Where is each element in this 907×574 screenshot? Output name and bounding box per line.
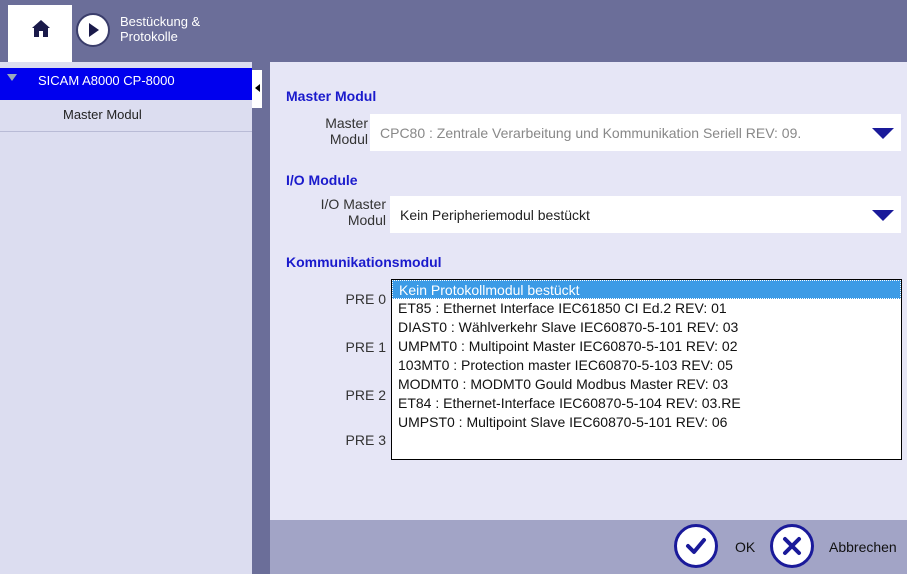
cross-icon (783, 537, 801, 555)
collapse-icon[interactable] (252, 70, 262, 108)
section-title-comm: Kommunikationsmodul (286, 254, 442, 270)
sidebar: SICAM A8000 CP-8000 Master Modul (0, 62, 252, 574)
section-title-io: I/O Module (286, 172, 358, 188)
dropdown-option[interactable]: UMPMT0 : Multipoint Master IEC60870-5-10… (392, 337, 901, 356)
top-bar: Bestückung & Protokolle (0, 0, 907, 62)
pre1-label: PRE 1 (345, 339, 386, 355)
io-master-value: Kein Peripheriemodul bestückt (400, 207, 590, 223)
dropdown-option[interactable]: Kein Protokollmodul bestückt (392, 280, 901, 299)
pre3-label: PRE 3 (345, 432, 386, 448)
pre0-label: PRE 0 (345, 291, 386, 307)
dropdown-option[interactable]: 103MT0 : Protection master IEC60870-5-10… (392, 356, 901, 375)
dropdown-option[interactable]: ET84 : Ethernet-Interface IEC60870-5-104… (392, 394, 901, 413)
footer-bar: OK Abbrechen (270, 520, 907, 574)
master-modul-select[interactable]: CPC80 : Zentrale Verarbeitung und Kommun… (370, 114, 901, 151)
dropdown-option[interactable]: DIAST0 : Wählverkehr Slave IEC60870-5-10… (392, 318, 901, 337)
section-title-master: Master Modul (286, 88, 377, 104)
page-title: Bestückung & Protokolle (120, 14, 201, 44)
cancel-label[interactable]: Abbrechen (829, 539, 897, 555)
master-modul-value: CPC80 : Zentrale Verarbeitung und Kommun… (380, 125, 802, 141)
dropdown-option[interactable]: UMPST0 : Multipoint Slave IEC60870-5-101… (392, 413, 901, 432)
master-modul-label: Master Modul (325, 115, 368, 147)
io-master-select[interactable]: Kein Peripheriemodul bestückt (390, 196, 901, 233)
home-icon (32, 20, 50, 37)
ok-button[interactable] (674, 524, 718, 568)
home-button[interactable] (8, 5, 72, 62)
forward-arrow-icon (89, 23, 99, 37)
ok-label[interactable]: OK (735, 539, 755, 555)
sidebar-splitter[interactable] (252, 62, 270, 574)
protocol-dropdown-list[interactable]: Kein Protokollmodul bestückt ET85 : Ethe… (391, 279, 902, 460)
io-master-label: I/O Master Modul (320, 196, 386, 228)
tree-item-root[interactable]: SICAM A8000 CP-8000 (0, 68, 252, 100)
cancel-button[interactable] (770, 524, 814, 568)
checkmark-icon (686, 538, 706, 554)
pre2-label: PRE 2 (345, 387, 386, 403)
dropdown-arrow-icon[interactable] (872, 128, 894, 139)
tree-item-label: SICAM A8000 CP-8000 (38, 73, 175, 88)
dropdown-arrow-icon[interactable] (872, 210, 894, 221)
tree-item-label: Master Modul (63, 107, 142, 122)
forward-button[interactable] (76, 13, 110, 47)
dropdown-option[interactable]: ET85 : Ethernet Interface IEC61850 CI Ed… (392, 299, 901, 318)
tree-item-master-modul[interactable]: Master Modul (0, 100, 252, 132)
expand-caret-icon[interactable] (7, 74, 17, 81)
dropdown-option[interactable]: MODMT0 : MODMT0 Gould Modbus Master REV:… (392, 375, 901, 394)
